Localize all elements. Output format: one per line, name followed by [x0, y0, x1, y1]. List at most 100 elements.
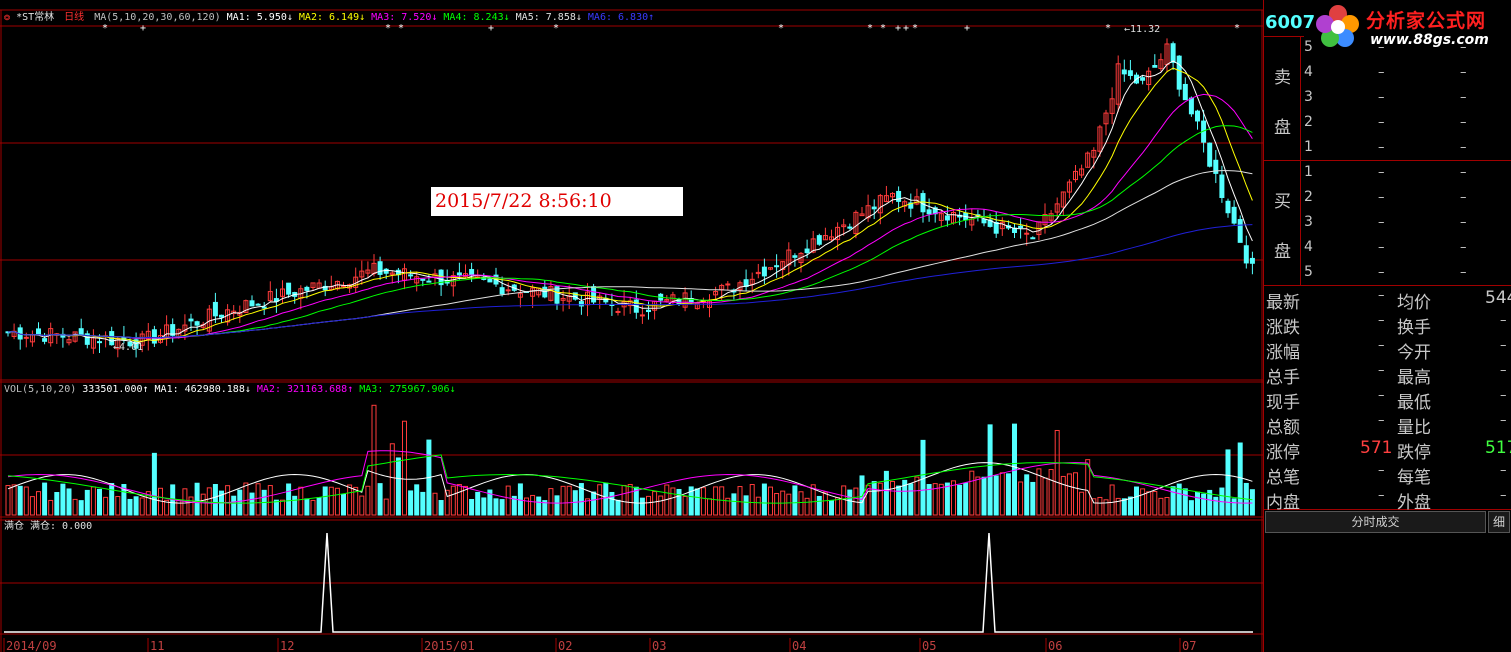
volume-bar [72, 498, 78, 516]
volume-bar [78, 500, 84, 516]
x-axis-label-0: 2014/09 [6, 639, 57, 652]
volume-bar [408, 490, 414, 516]
volume-bar [1164, 496, 1170, 516]
candle-down [1030, 237, 1036, 240]
candle-down [944, 215, 950, 221]
candle-down [36, 328, 41, 335]
volume-bar [115, 496, 121, 516]
volume-bar [292, 495, 298, 516]
volume-bar [1073, 472, 1078, 516]
volume-bar [499, 499, 505, 516]
sell-volume-1: – [1460, 140, 1467, 155]
volume-bar [603, 482, 609, 516]
candle-up [1024, 232, 1030, 235]
volume-bar [883, 470, 889, 516]
volume-bar [987, 424, 993, 516]
header-icon: ❂ [4, 12, 11, 23]
buy-volume-1: – [1460, 165, 1467, 180]
volume-bar [1146, 491, 1152, 516]
candle-down [255, 303, 261, 306]
signal-star: * [1105, 23, 1111, 34]
volume-bar [237, 489, 243, 516]
candle-down [1121, 69, 1127, 75]
x-axis-label-8: 06 [1048, 639, 1062, 652]
quote-label-left-4: 现手 [1266, 393, 1300, 413]
volume-bar [1066, 473, 1072, 516]
ma2-value: MA2: 6.149↓ [292, 12, 366, 23]
sell-volume-3: – [1460, 90, 1467, 105]
volume-bar [36, 491, 41, 516]
quote-value-left-4: – [1378, 388, 1385, 403]
volume-bar [1213, 496, 1219, 516]
signal-star: * [1234, 23, 1240, 34]
signal-star: * [880, 23, 886, 34]
volume-bar [316, 497, 322, 516]
candle-down [487, 278, 493, 283]
volume-bar [469, 498, 475, 516]
quote-label-left-0: 最新 [1266, 293, 1300, 313]
volume-bar [438, 500, 444, 516]
volume-bar [5, 485, 11, 516]
volume-bar [1030, 481, 1036, 516]
volume-bar [298, 486, 304, 516]
volume-bar [1091, 498, 1097, 516]
volume-bar [347, 484, 353, 516]
volume-bar [1048, 469, 1054, 516]
volume-bar [84, 489, 90, 516]
quote-label-right-3: 最高 [1397, 368, 1431, 388]
volume-bar [11, 484, 17, 516]
sell-level-3: 3 [1304, 89, 1313, 105]
volume-bar [975, 476, 981, 516]
ma-values: MA1: 5.950↓ MA2: 6.149↓ MA3: 7.520↓ MA4:… [227, 12, 654, 23]
volume-bar [133, 496, 139, 516]
volume-bar [231, 495, 237, 516]
volume-bar [566, 485, 572, 516]
volume-bar [371, 404, 377, 516]
volume-bar [456, 484, 462, 516]
vol-ma1-value: MA1: 462980.188↓ [148, 384, 251, 395]
volume-bar [755, 496, 761, 516]
volume-bar [1127, 496, 1133, 516]
volume-bar [481, 497, 487, 516]
signal-star: + [903, 23, 909, 34]
buy-price-4: – [1378, 240, 1385, 255]
tab-tick-trades[interactable]: 分时成交 [1265, 511, 1486, 533]
tab-detail[interactable]: 细 [1488, 511, 1510, 533]
volume-bar [639, 497, 645, 516]
volume-header: VOL(5,10,20) 333501.000↑ MA1: 462980.188… [4, 384, 456, 396]
quote-value-left-7: – [1378, 463, 1385, 478]
candle-down [816, 235, 822, 245]
quote-value-right-1: – [1500, 313, 1507, 328]
volume-bar [835, 497, 841, 516]
ma1-value: MA1: 5.950↓ [226, 12, 293, 23]
period-label[interactable]: 日线 [64, 12, 84, 23]
volume-bar [1188, 500, 1194, 516]
volume-bar [707, 498, 712, 516]
volume-bar [1024, 474, 1030, 516]
volume-bar [450, 485, 456, 516]
candle-down [1243, 245, 1249, 264]
volume-bar [652, 491, 658, 516]
signal-star: * [385, 23, 391, 34]
candle-down [847, 226, 853, 229]
quote-value-left-8: – [1378, 488, 1385, 503]
volume-bar [414, 484, 420, 516]
buy-level-5: 5 [1304, 264, 1313, 280]
volume-bar [1231, 498, 1237, 516]
sell-level-2: 2 [1304, 114, 1313, 130]
volume-bar [963, 482, 969, 516]
candle-down [804, 248, 810, 254]
candle-down [1127, 70, 1133, 76]
volume-bar [786, 493, 792, 516]
signal-star: * [553, 23, 559, 34]
candle-down [1237, 219, 1243, 243]
quote-label-right-8: 外盘 [1397, 493, 1431, 513]
volume-bar [554, 495, 560, 516]
buy-level-2: 2 [1304, 189, 1313, 205]
quote-value-right-5: – [1500, 413, 1507, 428]
volume-bar [286, 483, 292, 516]
volume-bar [944, 482, 950, 516]
signal-star: * [867, 23, 873, 34]
volume-bar [822, 491, 828, 516]
logo-url: www.88gs.com [1370, 32, 1489, 48]
